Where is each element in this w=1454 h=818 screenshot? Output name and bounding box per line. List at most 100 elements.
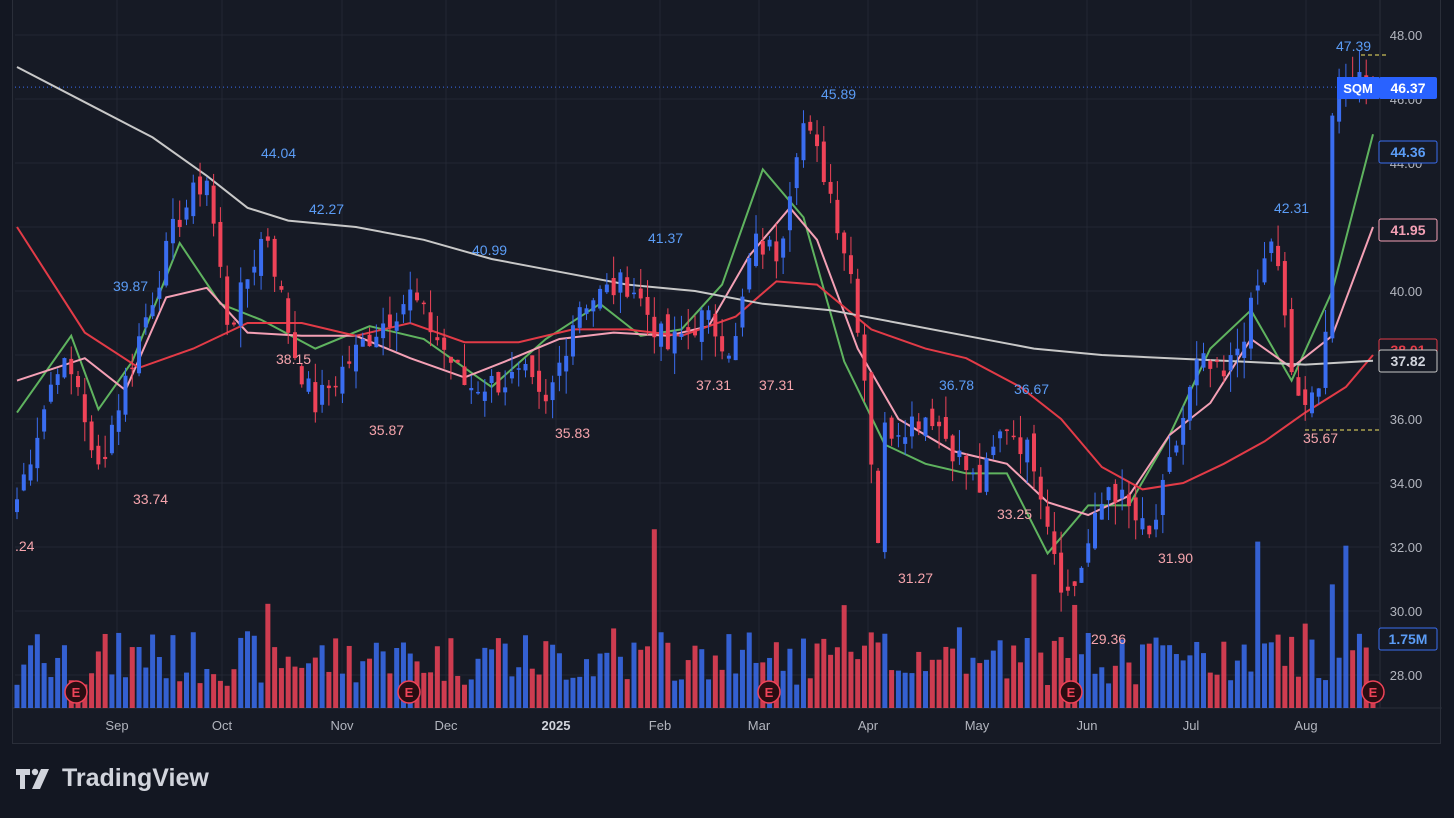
- volume-bar: [841, 605, 847, 708]
- volume-bar: [909, 673, 915, 708]
- volume-bar: [604, 652, 610, 708]
- candle-body: [299, 366, 304, 385]
- candle-body: [259, 238, 264, 276]
- price-annotation-low: 31.27: [898, 570, 933, 586]
- volume-bar: [1343, 545, 1349, 708]
- volume-bar: [1282, 665, 1288, 708]
- time-tick-label: Jul: [1183, 718, 1200, 733]
- candle-body: [218, 221, 223, 267]
- candle-body: [1126, 494, 1131, 507]
- candle-body: [401, 304, 406, 315]
- candle-body: [1065, 586, 1070, 591]
- candle-body: [198, 176, 203, 195]
- volume-bar: [990, 650, 996, 708]
- tradingview-brand[interactable]: TradingView: [14, 764, 209, 793]
- candle-body: [876, 470, 881, 543]
- volume-bar: [1295, 676, 1301, 708]
- candle-body: [1038, 476, 1043, 500]
- volume-bar: [936, 659, 942, 708]
- ma-mid-tag-text: 41.95: [1390, 222, 1425, 238]
- candle-body: [713, 313, 718, 337]
- candle-body: [442, 337, 447, 350]
- candle-body: [1140, 518, 1145, 530]
- price-annotation-high: 39.87: [113, 278, 148, 294]
- volume-bar: [475, 658, 481, 708]
- candle-body: [360, 339, 365, 347]
- volume-bar: [1133, 684, 1139, 708]
- candle-body: [543, 394, 548, 402]
- candle-body: [116, 410, 121, 432]
- candle-body: [530, 355, 535, 378]
- volume-bar: [950, 648, 956, 708]
- volume-bar: [109, 674, 115, 708]
- candle-body: [1072, 581, 1077, 586]
- candle-body: [1316, 388, 1321, 397]
- price-annotation-low: 35.83: [555, 425, 590, 441]
- candle-body: [699, 310, 704, 342]
- candle-body: [55, 374, 60, 385]
- candle-body: [1154, 519, 1159, 530]
- candle-body: [1018, 437, 1023, 455]
- candle-body: [577, 307, 582, 328]
- candle-body: [943, 417, 948, 439]
- volume-bar: [509, 676, 515, 708]
- volume-bar: [468, 679, 474, 708]
- candle-body: [1167, 457, 1172, 472]
- candle-body: [1086, 543, 1091, 563]
- price-annotation-low: 33.25: [997, 506, 1032, 522]
- candle-body: [421, 302, 426, 305]
- last-price-tag: 46.37: [1379, 77, 1437, 99]
- candle-body: [631, 292, 636, 295]
- candle-body: [306, 378, 311, 392]
- volume-bar: [1228, 680, 1234, 708]
- volume-bar: [862, 645, 867, 708]
- candle-body: [930, 408, 935, 427]
- volume-bar: [848, 651, 854, 708]
- candle-body: [1323, 331, 1328, 388]
- volume-bar: [577, 676, 583, 708]
- volume-bar: [882, 633, 888, 708]
- candle-body: [496, 372, 501, 393]
- volume-bar: [217, 680, 223, 708]
- candle-body: [69, 358, 74, 375]
- volume-bar: [55, 657, 61, 708]
- price-annotation-high: 44.04: [261, 145, 296, 161]
- volume-bar: [563, 679, 569, 708]
- candle-body: [245, 279, 250, 289]
- candle-body: [21, 474, 26, 491]
- volume-bar: [1248, 671, 1254, 708]
- candle-body: [970, 472, 975, 475]
- volume-bar: [251, 635, 257, 708]
- tradingview-logo-icon: [16, 768, 49, 789]
- volume-bar: [95, 651, 101, 708]
- volume-bar: [1275, 634, 1281, 708]
- volume-bar: [1024, 638, 1030, 708]
- volume-bar: [1241, 644, 1247, 708]
- candle-body: [435, 337, 440, 341]
- time-axis: Sep Oct Nov Dec 2025 Feb Mar Apr May Jun Jul Aug: [105, 718, 1317, 733]
- candle-body: [1059, 552, 1064, 593]
- candle-body: [177, 219, 182, 228]
- candle-body: [781, 238, 786, 258]
- price-chart[interactable]: E E E E E 39.87 44.04 42.27 40.99 41.37 45.89 36.7…: [13, 0, 1442, 744]
- last-price-tag-text: 46.37: [1390, 80, 1425, 96]
- volume-bar: [1160, 645, 1166, 708]
- volume-bar: [455, 675, 461, 708]
- candle-body: [557, 362, 562, 376]
- volume-bar: [570, 677, 576, 708]
- candle-body: [598, 288, 603, 309]
- volume-bar: [502, 643, 508, 708]
- candle-body: [130, 367, 135, 370]
- volume-bar: [373, 642, 379, 708]
- candle-body: [903, 437, 908, 444]
- price-tick-label: 28.00: [1390, 668, 1423, 683]
- time-tick-label: Dec: [434, 718, 458, 733]
- candle-body: [760, 241, 765, 255]
- earnings-marker-label: E: [405, 685, 414, 700]
- candle-body: [1309, 392, 1314, 414]
- candle-body: [1045, 506, 1050, 527]
- volume-bar: [278, 668, 284, 708]
- price-annotation-high: 36.78: [939, 377, 974, 393]
- candle-body: [1242, 341, 1247, 358]
- chart-panel[interactable]: E E E E E 39.87 44.04 42.27 40.99 41.37 45.89 36.7…: [12, 0, 1442, 744]
